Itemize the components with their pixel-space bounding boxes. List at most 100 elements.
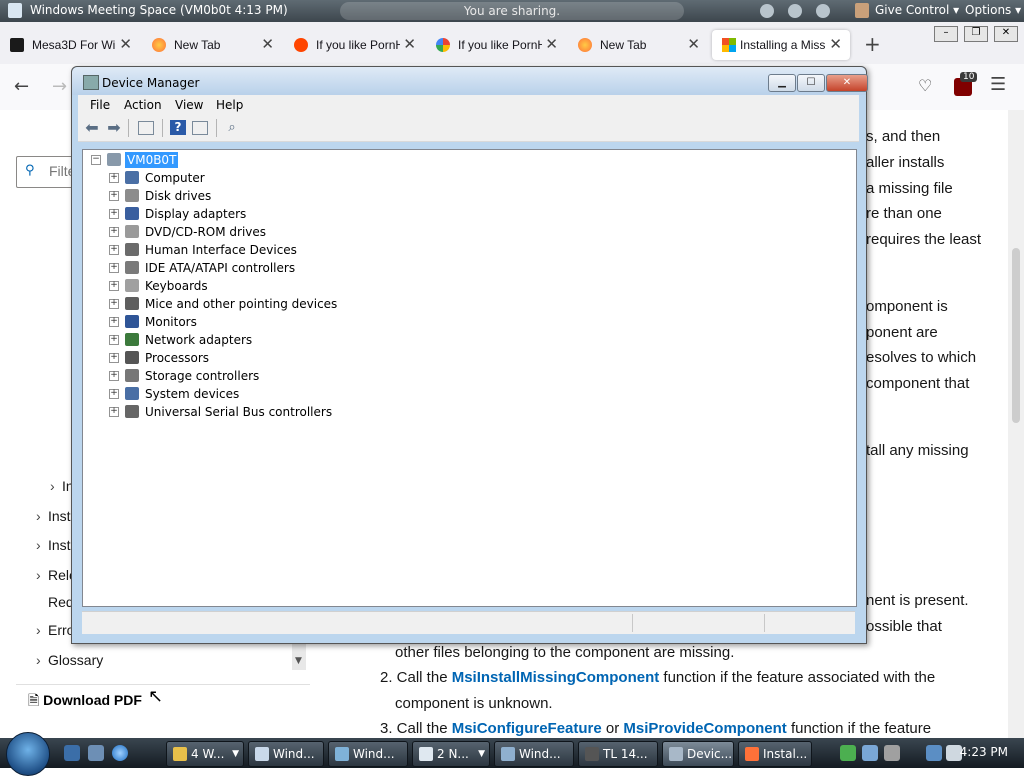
- expand-icon[interactable]: +: [109, 173, 119, 183]
- expand-icon[interactable]: +: [109, 191, 119, 201]
- close-button[interactable]: ✕: [826, 74, 868, 92]
- show-hide-console-tree-icon[interactable]: [138, 121, 154, 135]
- toc-item[interactable]: › Inst: [36, 537, 71, 553]
- forward-icon[interactable]: →: [52, 76, 67, 97]
- give-control-menu[interactable]: Give Control ▾: [875, 3, 959, 17]
- pause-icon[interactable]: [788, 4, 802, 18]
- toc-item[interactable]: Red: [48, 594, 74, 610]
- help-icon[interactable]: ?: [170, 120, 186, 135]
- close-icon[interactable]: ✕: [829, 30, 842, 60]
- menu-icon[interactable]: ☰: [990, 74, 1006, 95]
- tray-app-icon[interactable]: [862, 745, 878, 761]
- network-icon[interactable]: [926, 745, 942, 761]
- switch-windows-icon[interactable]: [88, 745, 104, 761]
- expand-icon[interactable]: +: [109, 263, 119, 273]
- clock[interactable]: 4:23 PM: [960, 745, 1008, 759]
- options-menu[interactable]: Options ▾: [965, 3, 1021, 17]
- tab-google[interactable]: If you like PornH ✕: [426, 30, 566, 60]
- maximize-button[interactable]: ☐: [797, 74, 825, 92]
- start-button[interactable]: [6, 732, 50, 776]
- expand-icon[interactable]: +: [109, 335, 119, 345]
- close-icon[interactable]: ✕: [545, 30, 558, 60]
- new-tab-button[interactable]: +: [864, 32, 881, 56]
- taskbar-button[interactable]: Wind...: [494, 741, 574, 767]
- toc-item[interactable]: › Erro: [36, 622, 74, 638]
- close-icon[interactable]: ✕: [261, 30, 274, 60]
- tab-mesa3d[interactable]: Mesa3D For Wir ✕: [0, 30, 140, 60]
- keyboard-icon: [125, 279, 139, 292]
- tab-new-tab[interactable]: New Tab ✕: [142, 30, 282, 60]
- tree-item-label: DVD/CD-ROM drives: [145, 225, 267, 239]
- taskbar-button[interactable]: Devic...: [662, 741, 734, 767]
- minimize-button[interactable]: –: [934, 26, 958, 42]
- back-icon[interactable]: ←: [14, 76, 29, 97]
- expand-icon[interactable]: +: [109, 209, 119, 219]
- msiconfigurefeature-link[interactable]: MsiConfigureFeature: [452, 720, 602, 737]
- list-item: 2. Call the MsiInstallMissingComponent f…: [380, 669, 936, 686]
- close-window-button[interactable]: ✕: [994, 26, 1018, 42]
- taskbar-button[interactable]: TL 14...: [578, 741, 658, 767]
- close-icon[interactable]: ✕: [687, 30, 700, 60]
- expand-icon[interactable]: +: [109, 245, 119, 255]
- chevron-down-icon: ▼: [478, 749, 485, 759]
- toc-item[interactable]: › Inst: [36, 508, 71, 524]
- window-titlebar[interactable]: Device Manager ▁ ☐ ✕: [72, 67, 868, 95]
- taskbar-button[interactable]: Wind...: [248, 741, 324, 767]
- tray-app-icon[interactable]: [884, 745, 900, 761]
- browser-tab-strip: Mesa3D For Wir ✕ New Tab ✕ If you like P…: [0, 22, 1024, 64]
- taskbar-button[interactable]: Wind...: [328, 741, 408, 767]
- menu-file[interactable]: File: [90, 98, 110, 112]
- meeting-space-icon: [255, 747, 269, 761]
- pocket-icon[interactable]: ♡: [918, 76, 932, 95]
- taskbar-button[interactable]: Instal...: [738, 741, 812, 767]
- toolbar-separator: [128, 119, 129, 137]
- tree-item-label: System devices: [145, 387, 240, 401]
- forward-icon[interactable]: ➡: [106, 120, 122, 136]
- expand-icon[interactable]: +: [109, 317, 119, 327]
- close-icon[interactable]: ✕: [119, 30, 132, 60]
- msiprovidecomponent-link[interactable]: MsiProvideComponent: [623, 720, 786, 737]
- chevron-right-icon: ›: [36, 652, 41, 668]
- expand-icon[interactable]: +: [109, 407, 119, 417]
- stop-sharing-icon[interactable]: [760, 4, 774, 18]
- expand-icon[interactable]: +: [109, 353, 119, 363]
- tree-item-label: Universal Serial Bus controllers: [145, 405, 333, 419]
- scrollbar-thumb[interactable]: [1012, 248, 1020, 423]
- toc-item[interactable]: › Glossary: [36, 652, 103, 668]
- meeting-space-icon: [8, 3, 22, 18]
- tab-reddit[interactable]: If you like PornH ✕: [284, 30, 424, 60]
- collapse-icon[interactable]: −: [91, 155, 101, 165]
- expand-icon[interactable]: +: [109, 371, 119, 381]
- properties-icon[interactable]: [192, 121, 208, 135]
- tray-app-icon[interactable]: [840, 745, 856, 761]
- expand-icon[interactable]: +: [109, 281, 119, 291]
- notepad-icon: [419, 747, 433, 761]
- minimize-button[interactable]: ▁: [768, 74, 796, 92]
- download-pdf-link[interactable]: 🗎 Download PDF: [28, 690, 142, 714]
- msiinstallmissingcomponent-link[interactable]: MsiInstallMissingComponent: [452, 669, 660, 686]
- expand-icon[interactable]: +: [109, 389, 119, 399]
- menu-help[interactable]: Help: [216, 98, 243, 112]
- paragraph-fragment: s, and then: [866, 128, 941, 145]
- menu-action[interactable]: Action: [124, 98, 162, 112]
- participants-icon[interactable]: [816, 4, 830, 18]
- chevron-right-icon: ›: [36, 567, 41, 583]
- toc-scrollbar[interactable]: ▼: [292, 642, 306, 670]
- page-scrollbar[interactable]: [1008, 110, 1024, 738]
- show-desktop-icon[interactable]: [64, 745, 80, 761]
- close-icon[interactable]: ✕: [403, 30, 416, 60]
- taskbar-button[interactable]: 2 N... ▼: [412, 741, 490, 767]
- internet-explorer-icon[interactable]: [112, 745, 128, 761]
- meeting-space-title: Windows Meeting Space (VM0b0t 4:13 PM): [30, 3, 288, 17]
- expand-icon[interactable]: +: [109, 227, 119, 237]
- taskbar-button[interactable]: 4 W... ▼: [166, 741, 244, 767]
- tab-installing-missing[interactable]: Installing a Miss ✕: [712, 30, 850, 60]
- menu-view[interactable]: View: [175, 98, 203, 112]
- back-icon[interactable]: ⬅: [84, 120, 100, 136]
- ide-controller-icon: [125, 261, 139, 274]
- expand-icon[interactable]: +: [109, 299, 119, 309]
- restore-button[interactable]: ❐: [964, 26, 988, 42]
- scan-hardware-icon[interactable]: ⌕: [224, 120, 240, 135]
- device-manager-icon: [669, 747, 683, 761]
- tab-new-tab-2[interactable]: New Tab ✕: [568, 30, 708, 60]
